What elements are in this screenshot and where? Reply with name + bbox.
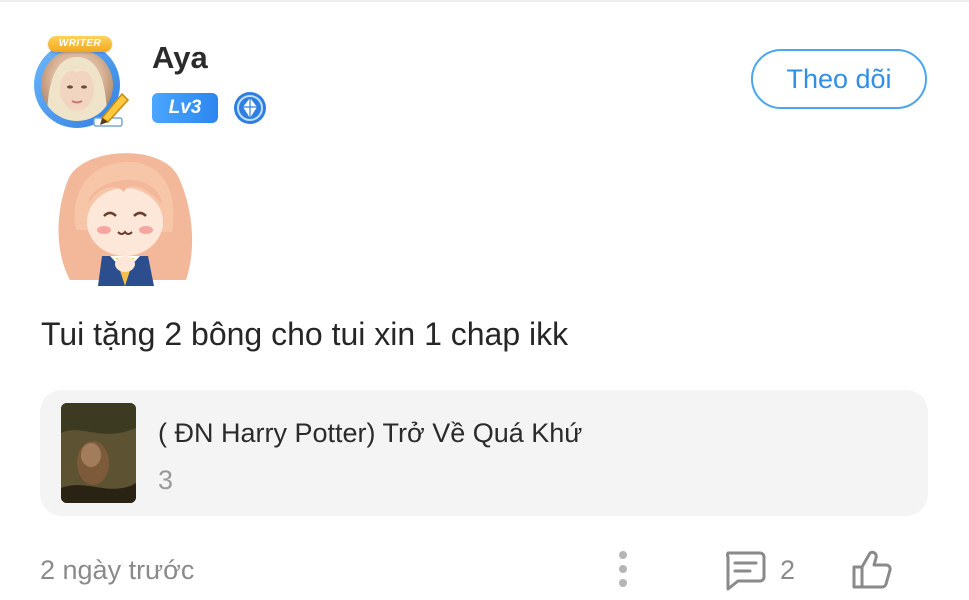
writer-badge: WRITER [48,36,112,52]
comment-icon[interactable] [722,549,766,591]
level-badge: Lv3 [152,93,218,123]
rank-diamond-icon [234,92,266,124]
book-card[interactable]: ( ĐN Harry Potter) Trở Về Quá Khứ 3 [40,390,928,516]
comment-text: Tui tặng 2 bông cho tui xin 1 chap ikk [41,316,569,352]
book-title[interactable]: ( ĐN Harry Potter) Trở Về Quá Khứ [158,418,582,449]
thumbs-up-icon[interactable] [850,547,894,591]
book-cover-image [61,403,136,503]
pen-icon [93,92,130,127]
comment-count: 2 [780,555,796,585]
author-name[interactable]: Aya [152,40,208,76]
sticker-image [58,153,193,286]
book-count: 3 [158,465,174,495]
avatar[interactable]: WRITER [32,36,132,132]
more-vertical-icon[interactable] [612,548,634,590]
post-time: 2 ngày trước [40,555,195,585]
top-divider [0,0,969,2]
follow-button[interactable]: Theo dõi [751,49,927,109]
